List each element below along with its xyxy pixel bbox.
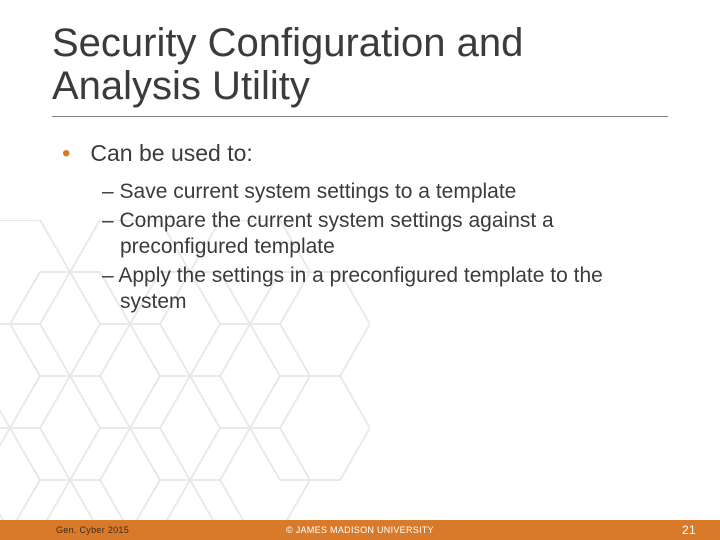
bullet-level1: Can be used to: Save current system sett… bbox=[62, 139, 668, 314]
bullet-level2: Save current system settings to a templa… bbox=[102, 179, 668, 205]
footer-left: Gen. Cyber 2015 bbox=[56, 525, 129, 535]
page-number: 21 bbox=[682, 523, 696, 537]
bullet-text: Compare the current system settings agai… bbox=[120, 209, 554, 258]
bullet-text: Save current system settings to a templa… bbox=[120, 180, 517, 203]
bullet-level2: Compare the current system settings agai… bbox=[102, 208, 668, 259]
slide-title: Security Configuration and Analysis Util… bbox=[52, 22, 668, 117]
slide-footer: Gen. Cyber 2015 © JAMES MADISON UNIVERSI… bbox=[0, 520, 720, 540]
slide-body: Can be used to: Save current system sett… bbox=[52, 139, 668, 314]
bullet-text: Can be used to: bbox=[90, 140, 252, 166]
bullet-level2: Apply the settings in a preconfigured te… bbox=[102, 263, 668, 314]
slide: Security Configuration and Analysis Util… bbox=[0, 0, 720, 540]
bullet-text: Apply the settings in a preconfigured te… bbox=[118, 264, 602, 313]
footer-center: © JAMES MADISON UNIVERSITY bbox=[286, 525, 434, 535]
